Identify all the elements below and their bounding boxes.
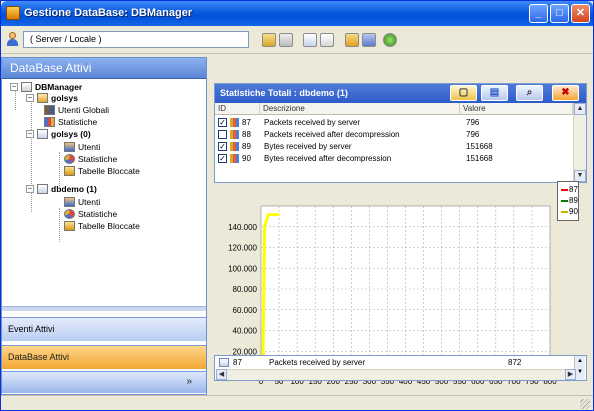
zoom-icon[interactable]: ⌕ [516, 85, 543, 101]
y-tick-label: 120.000 [228, 244, 257, 253]
grid-icon[interactable] [320, 33, 334, 47]
close-button[interactable]: ✕ [571, 4, 590, 23]
tree-node-golsys-tabelle[interactable]: Tabelle Bloccate [64, 166, 140, 176]
tree-node-dbmanager[interactable]: − DBManager [10, 82, 82, 92]
database-icon [37, 184, 48, 194]
y-tick-label: 40.000 [233, 327, 258, 336]
lock-icon [64, 221, 75, 231]
user-icon [64, 142, 75, 152]
y-tick-label: 140.000 [228, 223, 257, 232]
row-checkbox[interactable]: ✓ [218, 142, 227, 151]
window-title: Gestione DataBase: DBManager [24, 7, 193, 19]
pie-chart-icon [64, 209, 75, 219]
chevron-down-icon[interactable]: » [186, 376, 192, 387]
tree-node-dbdemo-tabelle[interactable]: Tabelle Bloccate [64, 221, 140, 231]
user-icon [64, 197, 75, 207]
tree-node-statistiche[interactable]: Statistiche [44, 117, 97, 127]
y-tick-label: 80.000 [233, 285, 258, 294]
collapse-icon[interactable]: − [26, 185, 34, 193]
row-checkbox[interactable]: ✓ [218, 154, 227, 163]
server-icon [37, 93, 48, 103]
table-icon [219, 358, 229, 367]
table-row[interactable]: 88 Packets received after decompression … [215, 129, 572, 140]
toolbar: ( Server / Locale ) [1, 26, 593, 54]
tree-node-golsys-utenti[interactable]: Utenti [64, 142, 100, 152]
legend-item: 87 [561, 185, 578, 194]
dbmanager-icon [21, 82, 32, 92]
status-value: 872 [508, 358, 522, 367]
scroll-up-icon[interactable]: ▲ [574, 103, 586, 115]
status-id: 87 [233, 358, 242, 367]
users-icon [44, 105, 55, 115]
nav-button-database[interactable]: DataBase Attivi [2, 345, 206, 369]
stats-panel-title: Statistiche Totali : dbdemo (1) [220, 88, 348, 98]
chart-icon [230, 154, 239, 163]
chart-grid [260, 205, 551, 373]
status-row: 87 Packets received by server 872 ▲ ▼ ◀ ▶ [214, 355, 587, 381]
lock-icon [64, 166, 75, 176]
new-page-icon[interactable]: ▢ [450, 85, 477, 101]
table-row[interactable]: ✓ 89 Bytes received by server 151668 [215, 141, 572, 152]
tree-node-utenti-globali[interactable]: Utenti Globali [44, 105, 109, 115]
chart-icon [44, 117, 55, 127]
database-tree: − DBManager − golsys Utenti Globali Stat… [2, 80, 206, 312]
collapse-icon[interactable]: − [10, 83, 18, 91]
row-checkbox[interactable] [218, 130, 227, 139]
nav-button-eventi[interactable]: Eventi Attivi [2, 317, 206, 341]
status-description: Packets received by server [269, 358, 366, 367]
status-bar [1, 395, 593, 410]
scroll-right-icon[interactable]: ▶ [565, 369, 576, 380]
resize-grip[interactable] [580, 399, 590, 409]
nav-header: DataBase Attivi [2, 58, 206, 79]
table-scrollbar[interactable]: ▲ ▼ [573, 103, 586, 182]
minimize-button[interactable]: _ [529, 4, 548, 23]
row-checkbox[interactable]: ✓ [218, 118, 227, 127]
edit-icon[interactable] [345, 33, 359, 47]
open-icon[interactable] [262, 33, 276, 47]
collapse-icon[interactable]: − [26, 94, 34, 102]
nav-footer: » [2, 371, 206, 393]
tree-node-golsys-statistiche[interactable]: Statistiche [64, 154, 117, 164]
scroll-left-icon[interactable]: ◀ [216, 369, 227, 380]
y-tick-label: 100.000 [228, 264, 257, 273]
list-icon[interactable] [303, 33, 317, 47]
chart-icon [230, 130, 239, 139]
tree-node-dbdemo[interactable]: − dbdemo (1) [26, 184, 97, 194]
stats-panel: Statistiche Totali : dbdemo (1) ▢ ▤ ⌕ ✖ … [214, 83, 587, 183]
nav-splitter[interactable] [2, 306, 206, 311]
app-icon [6, 6, 20, 20]
tree-node-server[interactable]: − golsys [26, 93, 78, 103]
table-row[interactable]: ✓ 87 Packets received by server 796 [215, 117, 572, 128]
export-icon[interactable]: ▤ [481, 85, 508, 101]
tree-node-dbdemo-statistiche[interactable]: Statistiche [64, 209, 117, 219]
legend-item: 90 [561, 207, 578, 216]
tree-node-golsys-db[interactable]: − golsys (0) [26, 129, 91, 139]
column-header-id[interactable]: ID [215, 103, 260, 115]
table-row[interactable]: ✓ 90 Bytes received after decompression … [215, 153, 572, 164]
y-tick-label: 60.000 [233, 306, 258, 315]
close-panel-icon[interactable]: ✖ [552, 85, 579, 101]
column-header-valore[interactable]: Valore [460, 103, 573, 115]
database-icon [37, 129, 48, 139]
chart-legend: 87 89 90 [557, 181, 579, 221]
navigation-panel: DataBase Attivi − DBManager − golsys Ute… [1, 57, 207, 395]
main-panel: Statistiche Totali : dbdemo (1) ▢ ▤ ⌕ ✖ … [209, 57, 593, 395]
title-bar[interactable]: Gestione DataBase: DBManager _ □ ✕ [1, 1, 593, 26]
chart-icon [230, 142, 239, 151]
horizontal-scrollbar[interactable]: ◀ ▶ [216, 369, 576, 380]
delete-icon[interactable] [279, 33, 293, 47]
save-icon[interactable] [362, 33, 376, 47]
app-window: Gestione DataBase: DBManager _ □ ✕ ( Ser… [0, 0, 594, 411]
stats-panel-header: Statistiche Totali : dbdemo (1) ▢ ▤ ⌕ ✖ [215, 84, 586, 103]
server-selector[interactable]: ( Server / Locale ) [23, 31, 249, 48]
tree-node-dbdemo-utenti[interactable]: Utenti [64, 197, 100, 207]
pie-chart-icon [64, 154, 75, 164]
maximize-button[interactable]: □ [550, 4, 569, 23]
user-icon [6, 32, 18, 46]
chart-icon [230, 118, 239, 127]
connect-icon[interactable] [383, 33, 397, 47]
collapse-icon[interactable]: − [26, 130, 34, 138]
legend-item: 89 [561, 196, 578, 205]
column-header-descrizione[interactable]: Descrizione [260, 103, 460, 115]
